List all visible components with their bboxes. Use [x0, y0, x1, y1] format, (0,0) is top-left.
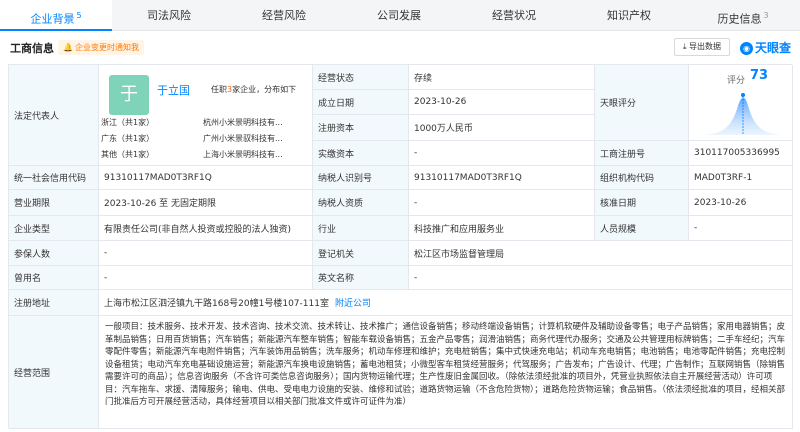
address-value: 上海市松江区泗泾镇九干路168号20幢1号楼107-111室	[104, 299, 329, 309]
region-row: 广东（共1家） 广州小米景驭科技有...	[101, 133, 283, 144]
tab-operating-status[interactable]: 经营状况	[456, 0, 572, 31]
region-label: 广东（共1家）	[101, 134, 155, 143]
reg-no-value: 310117005336995	[689, 141, 793, 166]
company-type-label: 企业类型	[9, 216, 99, 241]
capital-value: 1000万人民币	[409, 115, 595, 141]
staff-size-label: 人员规模	[595, 216, 689, 241]
legal-rep-name[interactable]: 于立国	[157, 82, 190, 98]
export-label: 导出数据	[689, 42, 722, 51]
former-name-label: 曾用名	[9, 266, 99, 290]
capital-label: 注册资本	[313, 115, 409, 141]
scope-label: 经营范围	[9, 316, 99, 429]
brand-logo: ◉ 天眼查	[740, 39, 791, 56]
region-row: 浙江（共1家） 杭州小米景明科技有...	[101, 117, 283, 128]
address-label: 注册地址	[9, 290, 99, 316]
tab-intellectual-property[interactable]: 知识产权	[572, 0, 686, 31]
tab-label: 企业背景	[30, 12, 75, 26]
industry-value: 科技推广和应用服务业	[409, 216, 595, 241]
legal-rep-roles: 任职3家企业，分布如下	[211, 84, 296, 95]
tab-label: 经营状况	[492, 9, 536, 22]
tab-bar: 企业背景 5 司法风险 经营风险 公司发展 经营状况 知识产权 历史信息 3	[0, 0, 800, 31]
company-type-value: 有限责任公司(非自然人投资或控股的法人独资)	[99, 216, 313, 241]
brand-name: 天眼查	[755, 41, 792, 55]
insured-label: 参保人数	[9, 241, 99, 266]
region-company-link[interactable]: 杭州小米景明科技有...	[203, 117, 283, 128]
reg-no-label: 工商注册号	[595, 141, 689, 166]
tab-label: 历史信息	[717, 12, 762, 26]
section-header: 工商信息 🔔 企业变更时通知我 ⤓ 导出数据 ◉ 天眼查	[0, 36, 800, 60]
term-value: 2023-10-26 至 无固定期限	[99, 190, 313, 216]
nearby-companies-link[interactable]: 附近公司	[335, 296, 371, 309]
legal-rep-cell: 于 于立国 任职3家企业，分布如下 浙江（共1家） 杭州小米景明科技有... 广东…	[99, 65, 313, 166]
est-date-value: 2023-10-26	[409, 90, 595, 115]
address-cell: 上海市松江区泗泾镇九干路168号20幢1号楼107-111室 附近公司	[99, 290, 793, 316]
score-caption: 评分	[727, 76, 746, 86]
legal-rep-label: 法定代表人	[9, 65, 99, 166]
tab-company-background[interactable]: 企业背景 5	[0, 0, 112, 31]
credit-code-label: 统一社会信用代码	[9, 166, 99, 190]
tab-label: 公司发展	[377, 9, 421, 22]
insured-value: -	[99, 241, 313, 266]
score-cell[interactable]: 评分 73	[689, 65, 793, 141]
status-label: 经营状态	[313, 65, 409, 90]
tax-id-label: 纳税人识别号	[313, 166, 409, 190]
tab-label: 知识产权	[607, 9, 651, 22]
english-name-value: -	[409, 266, 793, 290]
status-value: 存续	[409, 65, 595, 90]
org-code-value: MAD0T3RF-1	[689, 166, 793, 190]
tax-qualification-value: -	[409, 190, 595, 216]
approve-date-label: 核准日期	[595, 190, 689, 216]
scope-cell: 一般项目：技术服务、技术开发、技术咨询、技术交流、技术转让、技术推广；通信设备销…	[99, 316, 793, 429]
paid-capital-value: -	[409, 141, 595, 166]
roles-prefix: 任职	[211, 85, 227, 94]
approve-date-value: 2023-10-26	[689, 190, 793, 216]
download-icon: ⤓	[682, 42, 687, 51]
section-title: 工商信息	[10, 42, 54, 55]
authority-label: 登记机关	[313, 241, 409, 266]
former-name-value: -	[99, 266, 313, 290]
business-info-table: 法定代表人 于 于立国 任职3家企业，分布如下 浙江（共1家） 杭州小米景明科技有…	[8, 64, 793, 429]
region-row: 其他（共1家） 上海小米景明科技有...	[101, 149, 283, 160]
paid-capital-label: 实缴资本	[313, 141, 409, 166]
tab-operating-risk[interactable]: 经营风险	[226, 0, 342, 31]
org-code-label: 组织机构代码	[595, 166, 689, 190]
eye-icon: ◉	[740, 42, 753, 55]
staff-size-value: -	[689, 216, 793, 241]
roles-suffix: 家企业，分布如下	[232, 85, 297, 94]
scope-value: 一般项目：技术服务、技术开发、技术咨询、技术交流、技术转让、技术推广；通信设备销…	[105, 322, 786, 407]
bell-icon: 🔔	[63, 43, 73, 52]
score-label: 天眼评分	[595, 65, 689, 141]
tab-company-development[interactable]: 公司发展	[342, 0, 456, 31]
tab-judicial-risk[interactable]: 司法风险	[112, 0, 226, 31]
est-date-label: 成立日期	[313, 90, 409, 115]
tab-count: 5	[76, 11, 82, 20]
region-company-link[interactable]: 广州小米景驭科技有...	[203, 133, 283, 144]
credit-code-value: 91310117MAD0T3RF1Q	[99, 166, 313, 190]
authority-value: 松江区市场监督管理局	[409, 241, 793, 266]
region-label: 其他（共1家）	[101, 150, 155, 159]
region-label: 浙江（共1家）	[101, 118, 155, 127]
tab-label: 司法风险	[147, 9, 191, 22]
english-name-label: 英文名称	[313, 266, 409, 290]
avatar: 于	[109, 75, 149, 115]
tax-id-value: 91310117MAD0T3RF1Q	[409, 166, 595, 190]
score-distribution-chart	[703, 93, 783, 135]
tax-qualification-label: 纳税人资质	[313, 190, 409, 216]
export-button[interactable]: ⤓ 导出数据	[674, 38, 730, 56]
tab-history[interactable]: 历史信息 3	[686, 0, 800, 31]
region-company-link[interactable]: 上海小米景明科技有...	[203, 149, 283, 160]
tab-count: 3	[763, 11, 769, 20]
industry-label: 行业	[313, 216, 409, 241]
subscribe-button[interactable]: 🔔 企业变更时通知我	[58, 40, 144, 55]
term-label: 营业期限	[9, 190, 99, 216]
tab-label: 经营风险	[262, 9, 306, 22]
subscribe-label: 企业变更时通知我	[74, 43, 139, 52]
score-value: 73	[750, 68, 769, 83]
